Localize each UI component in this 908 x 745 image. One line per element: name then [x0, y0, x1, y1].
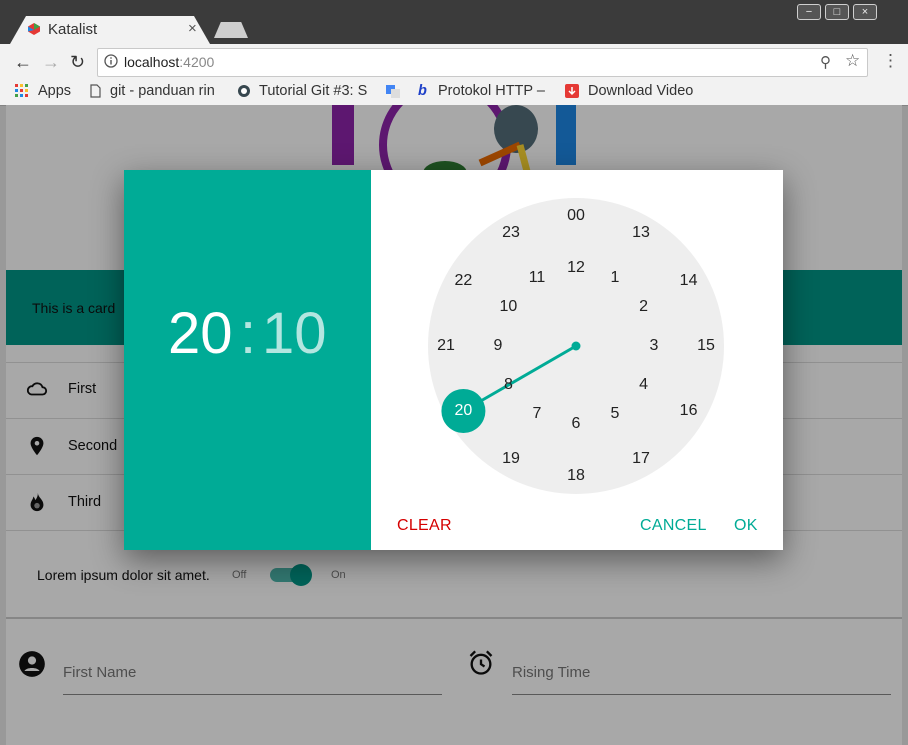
clock-number-00[interactable]: 00: [561, 207, 591, 225]
zoom-icon[interactable]: ⚲: [820, 53, 831, 71]
b-icon: b: [418, 83, 427, 99]
bookmark-download-video[interactable]: Download Video: [588, 83, 702, 99]
timepicker-colon: :: [240, 301, 257, 366]
forward-arrow-icon[interactable]: →: [42, 52, 60, 73]
clock-number-10[interactable]: 10: [493, 298, 523, 316]
bookmark-star-icon[interactable]: ☆: [845, 51, 860, 71]
clock-number-9[interactable]: 9: [483, 337, 513, 355]
clock-number-20[interactable]: 20: [448, 402, 478, 420]
url-port: :4200: [179, 54, 215, 70]
bookmark-tutorial-git[interactable]: Tutorial Git #3: S: [259, 83, 373, 99]
info-icon[interactable]: [104, 54, 118, 68]
clock-number-19[interactable]: 19: [496, 450, 526, 468]
clock-number-15[interactable]: 15: [691, 337, 721, 355]
cancel-button[interactable]: CANCEL: [640, 517, 707, 535]
clock-number-7[interactable]: 7: [522, 405, 552, 423]
clock-number-1[interactable]: 1: [600, 269, 630, 287]
ok-button[interactable]: OK: [734, 517, 758, 535]
download-icon: [565, 84, 579, 98]
clock-hand-layer: [441, 341, 581, 433]
bookmark-apps[interactable]: Apps: [38, 83, 71, 99]
clock-number-6[interactable]: 6: [561, 415, 591, 433]
clock-number-17[interactable]: 17: [626, 450, 656, 468]
menu-kebab-icon[interactable]: ⋮: [882, 51, 899, 71]
clock-face[interactable]: 00 13 14 15 16 17 18 19 20 21 22 23 12 1 2 3 4 5 6 7 8 9 10 11: [428, 198, 724, 494]
url-host: localhost: [124, 54, 180, 70]
minimize-button[interactable]: −: [797, 4, 821, 20]
clock-number-12[interactable]: 12: [561, 259, 591, 277]
reload-icon[interactable]: ↻: [70, 52, 85, 73]
page-icon: [90, 84, 101, 98]
clock-number-2[interactable]: 2: [629, 298, 659, 316]
clock-number-3[interactable]: 3: [639, 337, 669, 355]
clear-button[interactable]: CLEAR: [397, 517, 452, 535]
clock-center-dot: [571, 341, 581, 351]
globe-icon: [238, 85, 250, 97]
clock-number-16[interactable]: 16: [674, 402, 704, 420]
clock-number-5[interactable]: 5: [600, 405, 630, 423]
apps-grid-icon: [15, 84, 28, 97]
clock-number-23[interactable]: 23: [496, 224, 526, 242]
bookmark-protokol-http[interactable]: Protokol HTTP –: [438, 83, 550, 99]
clock-number-21[interactable]: 21: [431, 337, 461, 355]
clock-number-11[interactable]: 11: [522, 269, 552, 287]
back-arrow-icon[interactable]: ←: [14, 52, 32, 73]
tab-title: Katalist: [48, 21, 98, 38]
clock-number-18[interactable]: 18: [561, 467, 591, 485]
katalist-favicon-icon: [28, 23, 40, 35]
clock-number-13[interactable]: 13: [626, 224, 656, 242]
timepicker-minute[interactable]: 10: [262, 300, 327, 367]
tab-close-icon[interactable]: ×: [188, 20, 197, 37]
clock-number-14[interactable]: 14: [674, 272, 704, 290]
translate-icon[interactable]: [386, 84, 400, 98]
bookmark-git-panduan[interactable]: git - panduan rin: [110, 83, 224, 99]
clock-number-22[interactable]: 22: [448, 272, 478, 290]
url-text[interactable]: localhost:4200: [124, 54, 214, 70]
maximize-button[interactable]: □: [825, 4, 849, 20]
close-window-button[interactable]: ×: [853, 4, 877, 20]
timepicker-hour[interactable]: 20: [168, 300, 233, 367]
clock-number-8[interactable]: 8: [493, 376, 523, 394]
clock-number-4[interactable]: 4: [629, 376, 659, 394]
